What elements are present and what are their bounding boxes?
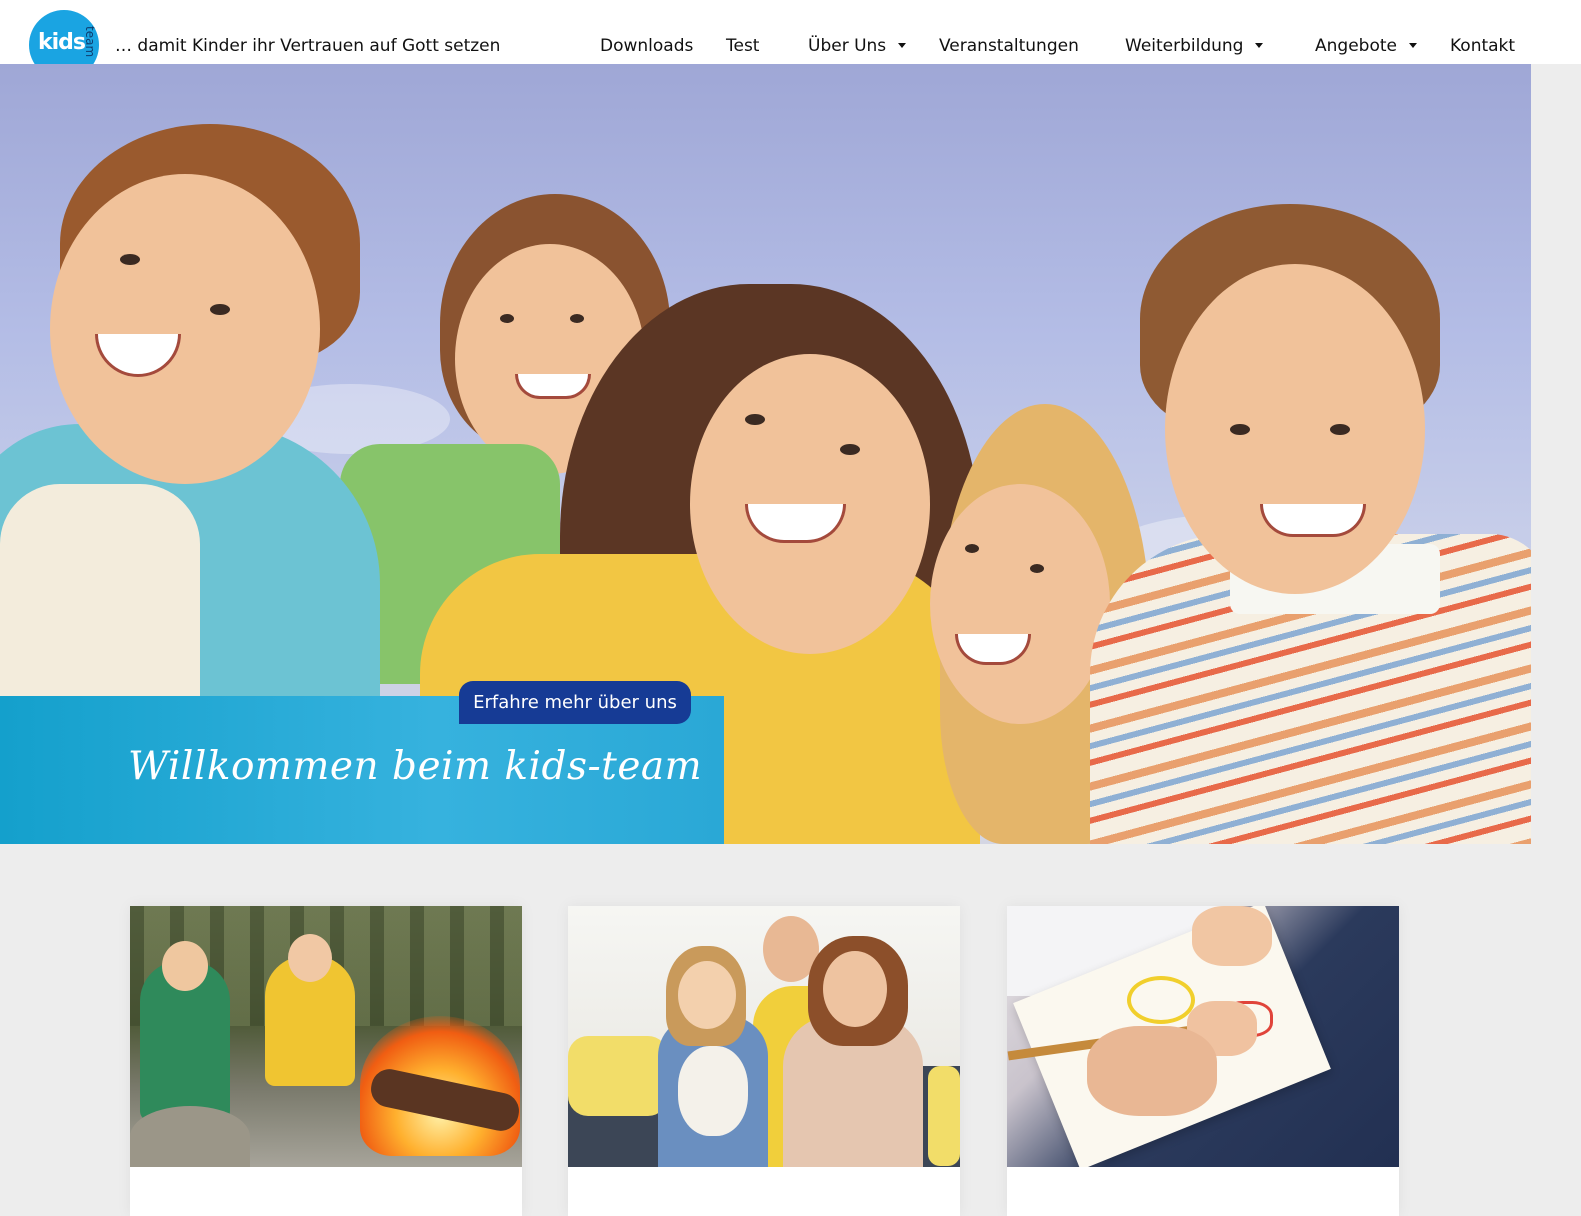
child-drawing-photo bbox=[1007, 906, 1399, 1167]
campfire-photo bbox=[130, 906, 522, 1167]
family-photo bbox=[568, 906, 960, 1167]
nav-item-angebote[interactable]: Angebote bbox=[1315, 36, 1417, 56]
nav-label: Über Uns bbox=[808, 36, 887, 56]
nav-label: Angebote bbox=[1315, 36, 1397, 56]
nav-item-kontakt[interactable]: Kontakt bbox=[1450, 36, 1515, 56]
dropdown-caret-icon bbox=[1408, 43, 1417, 48]
nav-label: Kontakt bbox=[1450, 36, 1516, 56]
nav-label: Downloads bbox=[600, 36, 694, 56]
feature-card-campfire[interactable] bbox=[130, 906, 522, 1216]
dropdown-caret-icon bbox=[1255, 43, 1264, 48]
site-header: kids team … damit Kinder ihr Vertrauen a… bbox=[0, 0, 1581, 80]
nav-item-weiterbildung[interactable]: Weiterbildung bbox=[1125, 36, 1264, 56]
learn-more-button[interactable]: Erfahre mehr über uns bbox=[459, 681, 691, 724]
feature-card-family[interactable] bbox=[568, 906, 960, 1216]
nav-item-veranstaltungen[interactable]: Veranstaltungen bbox=[939, 36, 1079, 56]
feature-card-drawing[interactable] bbox=[1007, 906, 1399, 1216]
nav-label: Test bbox=[726, 36, 760, 56]
nav-item-test[interactable]: Test bbox=[726, 36, 759, 56]
nav-item-downloads[interactable]: Downloads bbox=[600, 36, 693, 56]
dropdown-caret-icon bbox=[898, 43, 907, 48]
nav-label: Weiterbildung bbox=[1125, 36, 1244, 56]
nav-label: Veranstaltungen bbox=[939, 36, 1079, 56]
hero-title: Willkommen beim kids-team bbox=[128, 744, 703, 789]
main-navigation: Downloads Test Über Uns Veranstaltungen … bbox=[0, 36, 1581, 60]
nav-item-ueber-uns[interactable]: Über Uns bbox=[808, 36, 907, 56]
